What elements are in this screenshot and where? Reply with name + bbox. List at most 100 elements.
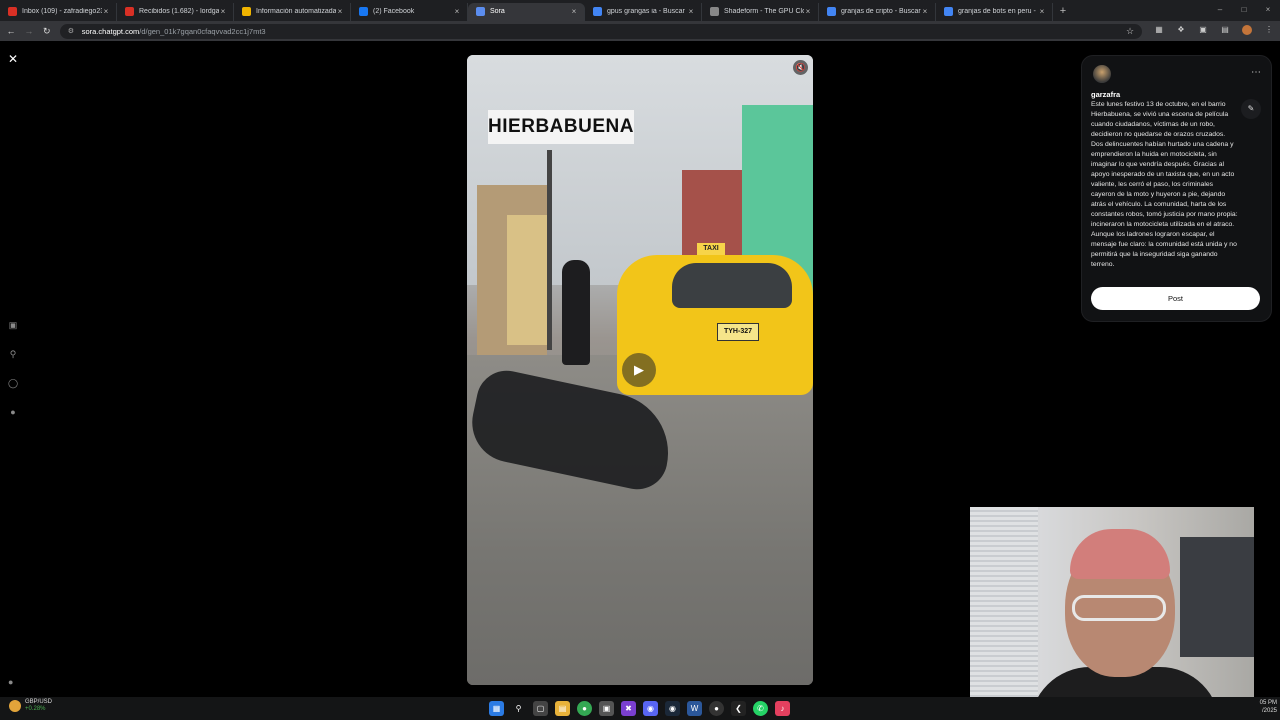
- start-icon[interactable]: ▦: [489, 701, 504, 716]
- google-icon: [593, 7, 602, 16]
- browser-tab[interactable]: Shadeform - The GPU Cloud M×: [702, 2, 819, 21]
- search-icon[interactable]: ⚲: [7, 349, 19, 360]
- avatar[interactable]: [1093, 65, 1111, 83]
- tab-label: granjas de bots en peru - Busca: [958, 8, 1038, 15]
- url-input[interactable]: ⚙ sora.chatgpt.com /d/gen_01k7gqan0cfaqv…: [59, 23, 1143, 39]
- task-view-icon[interactable]: ▢: [533, 701, 548, 716]
- tab-close-icon[interactable]: ×: [804, 7, 812, 16]
- tab-label: Sora: [490, 8, 505, 15]
- bookmark-star-icon[interactable]: ☆: [1126, 26, 1134, 37]
- capcut-icon[interactable]: ❮: [731, 701, 746, 716]
- mute-icon[interactable]: 🔇: [793, 60, 808, 75]
- tab-label: granjas de cripto - Buscar con G: [841, 8, 921, 15]
- edit-icon[interactable]: ✎: [1241, 99, 1261, 119]
- browser-tab[interactable]: Inbox (109) - zafradiego23@gm×: [0, 2, 117, 21]
- settings-icon[interactable]: ●: [8, 677, 13, 687]
- video-building-left-2: [507, 215, 552, 345]
- tab-close-icon[interactable]: ×: [687, 7, 695, 16]
- app-icon-x[interactable]: ✖: [621, 701, 636, 716]
- play-button[interactable]: ▶: [622, 353, 656, 387]
- url-path: /d/gen_01k7gqan0cfaqvvad2cc1j7mt3: [139, 26, 266, 36]
- puzzle-icon[interactable]: ❖: [1170, 25, 1192, 37]
- webcam-beanie: [1070, 529, 1170, 579]
- taxi-sign: TAXI: [697, 243, 725, 255]
- whatsapp-icon[interactable]: ✆: [753, 701, 768, 716]
- ticker-widget[interactable]: GBP/USD +0.28%: [9, 699, 52, 713]
- webcam-overlay: [970, 507, 1254, 720]
- profile-avatar[interactable]: [1236, 25, 1258, 37]
- file-explorer-icon[interactable]: ▤: [555, 701, 570, 716]
- ticker-symbol: GBP/USD: [25, 699, 53, 705]
- forward-icon[interactable]: →: [22, 26, 36, 36]
- tab-close-icon[interactable]: ×: [453, 7, 461, 16]
- browser-tab[interactable]: gpus grangas ia - Buscar con G×: [585, 2, 702, 21]
- license-plate: TYH-327: [717, 323, 759, 341]
- gmail-icon: [8, 7, 17, 16]
- browser-tab[interactable]: granjas de cripto - Buscar con G×: [819, 2, 936, 21]
- webcam-glasses: [1072, 595, 1166, 621]
- video-person: [562, 260, 590, 365]
- webcam-shelf: [1180, 537, 1254, 657]
- tab-close-icon[interactable]: ×: [336, 7, 344, 16]
- google-icon: [944, 7, 953, 16]
- sidepanel-icon[interactable]: ▤: [1214, 25, 1236, 37]
- new-tab-icon[interactable]: +: [1053, 5, 1073, 17]
- word-icon[interactable]: W: [687, 701, 702, 716]
- tab-close-icon[interactable]: ×: [570, 7, 578, 16]
- chrome-icon[interactable]: ●: [577, 701, 592, 716]
- window-controls: – □ ×: [1208, 0, 1280, 20]
- video-pole: [547, 150, 552, 350]
- clock-date: /2025: [1261, 708, 1277, 714]
- left-rail: ▣ ⚲ ◯ ●: [7, 320, 19, 418]
- discord-icon[interactable]: ◉: [643, 701, 658, 716]
- username[interactable]: garzafra: [1091, 90, 1120, 99]
- tab-strip: Inbox (109) - zafradiego23@gm×Recibidos …: [0, 0, 1280, 21]
- browser-tab[interactable]: Recibidos (1.682) - lordgarzafra×: [117, 2, 234, 21]
- tiktok-icon[interactable]: ♪: [775, 701, 790, 716]
- ticker-change: +0.28%: [25, 706, 46, 712]
- sora-icon: [476, 7, 485, 16]
- taskbar-apps: ▦ ⚲ ▢ ▤ ● ▣ ✖ ◉ ◉ W ● ❮ ✆ ♪: [489, 701, 790, 716]
- more-options-icon[interactable]: ⋯: [1251, 67, 1261, 78]
- url-host: sora.chatgpt.com: [81, 26, 140, 36]
- browser-tab[interactable]: Información automatizada de×: [234, 2, 351, 21]
- maximize-icon[interactable]: □: [1232, 0, 1256, 20]
- toolbar-icons: ▦ ❖ ▣ ▤ ⋮: [1148, 25, 1280, 37]
- cast-icon[interactable]: ▣: [1192, 25, 1214, 37]
- video-player[interactable]: TAXI TYH-327 HIERBABUENA 🔇 ▶: [467, 55, 813, 685]
- profile-icon[interactable]: ●: [7, 407, 19, 418]
- post-panel: ⋯ garzafra ✎ Este lunes festivo 13 de oc…: [1081, 55, 1272, 322]
- ticker-icon: [9, 700, 21, 712]
- search-icon[interactable]: ⚲: [511, 701, 526, 716]
- tab-label: gpus grangas ia - Buscar con G: [607, 8, 687, 15]
- browser-tab[interactable]: (2) Facebook ×: [351, 2, 468, 21]
- tab-label: Shadeform - The GPU Cloud M: [724, 8, 804, 15]
- tab-close-icon[interactable]: ×: [921, 7, 929, 16]
- extension-icon[interactable]: ▦: [1148, 25, 1170, 37]
- webcam-blinds: [970, 507, 1038, 720]
- post-button[interactable]: Post: [1091, 287, 1260, 310]
- site-info-icon[interactable]: ⚙: [68, 27, 78, 35]
- obs-icon[interactable]: ●: [709, 701, 724, 716]
- back-icon[interactable]: ←: [4, 26, 18, 36]
- browser-tab[interactable]: granjas de bots en peru - Busca×: [936, 2, 1053, 21]
- video-overlay-title: HIERBABUENA: [488, 110, 634, 144]
- tab-close-icon[interactable]: ×: [1038, 7, 1046, 16]
- close-icon[interactable]: ✕: [8, 52, 18, 66]
- clock[interactable]: 05 PM /2025: [1253, 699, 1277, 715]
- create-icon[interactable]: ▣: [7, 320, 19, 331]
- browser-tab[interactable]: Sora ×: [468, 2, 585, 21]
- steam-icon[interactable]: ◉: [665, 701, 680, 716]
- close-window-icon[interactable]: ×: [1256, 0, 1280, 20]
- clock-time: 05 PM: [1259, 700, 1277, 706]
- tab-label: Recibidos (1.682) - lordgarzafra: [139, 8, 219, 15]
- menu-icon[interactable]: ⋮: [1258, 25, 1280, 37]
- gmail-icon: [125, 7, 134, 16]
- store-icon[interactable]: ▣: [599, 701, 614, 716]
- minimize-icon[interactable]: –: [1208, 0, 1232, 20]
- tab-close-icon[interactable]: ×: [102, 7, 110, 16]
- reload-icon[interactable]: ↻: [40, 26, 54, 37]
- tab-label: Inbox (109) - zafradiego23@gm: [22, 8, 102, 15]
- tab-close-icon[interactable]: ×: [219, 7, 227, 16]
- notifications-icon[interactable]: ◯: [7, 378, 19, 389]
